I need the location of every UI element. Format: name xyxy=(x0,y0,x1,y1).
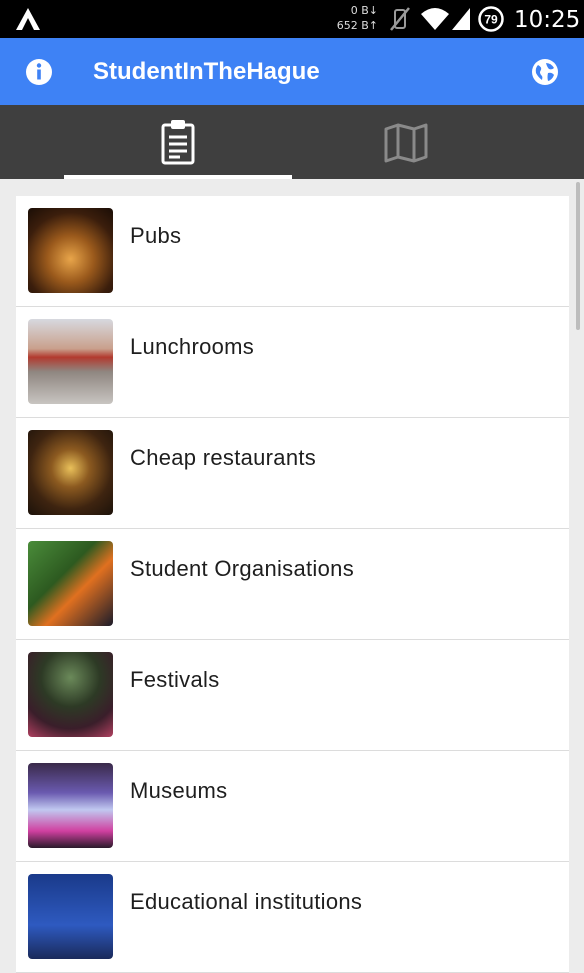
globe-icon[interactable] xyxy=(530,57,560,87)
page-title: StudentInTheHague xyxy=(93,58,320,85)
status-bar: 0 B↓ 652 B↑ 79 10:25 xyxy=(0,0,584,38)
net-down-label: 0 B↓ xyxy=(350,4,378,17)
tab-bar xyxy=(0,105,584,179)
wifi-icon xyxy=(421,8,449,30)
list-item-student-organisations[interactable]: Student Organisations xyxy=(16,529,569,640)
lunchrooms-thumbnail xyxy=(28,319,113,404)
list-item-label: Educational institutions xyxy=(130,889,363,914)
museums-thumbnail xyxy=(28,763,113,848)
clock: 10:25 xyxy=(514,7,581,33)
educational-institutions-thumbnail xyxy=(28,874,113,959)
scrollbar[interactable] xyxy=(576,182,580,330)
list-item-label: Festivals xyxy=(130,667,220,692)
signal-icon xyxy=(452,8,470,30)
app-logo-icon xyxy=(16,8,40,30)
cheap-restaurants-thumbnail xyxy=(28,430,113,515)
battery-level: 79 xyxy=(484,13,498,27)
clipboard-icon xyxy=(161,120,195,165)
list-item-museums[interactable]: Museums xyxy=(16,751,569,862)
list-item-pubs[interactable]: Pubs xyxy=(16,196,569,307)
tab-indicator xyxy=(64,175,292,179)
category-list: Pubs Lunchrooms Cheap restaurants Studen… xyxy=(16,196,569,973)
student-organisations-thumbnail xyxy=(28,541,113,626)
network-speed: 0 B↓ 652 B↑ xyxy=(336,3,378,33)
info-icon[interactable] xyxy=(24,57,54,87)
list-item-label: Pubs xyxy=(130,223,182,248)
pubs-thumbnail xyxy=(28,208,113,293)
app-bar: StudentInTheHague xyxy=(0,38,584,105)
list-item-label: Cheap restaurants xyxy=(130,445,317,470)
festivals-thumbnail xyxy=(28,652,113,737)
map-icon xyxy=(384,123,428,163)
tab-map[interactable] xyxy=(292,105,584,179)
list-item-festivals[interactable]: Festivals xyxy=(16,640,569,751)
vibrate-off-icon xyxy=(390,7,410,31)
list-item-label: Student Organisations xyxy=(130,556,354,581)
list-item-label: Lunchrooms xyxy=(130,334,255,359)
net-up-label: 652 B↑ xyxy=(336,19,378,32)
list-item-lunchrooms[interactable]: Lunchrooms xyxy=(16,307,569,418)
battery-icon: 79 xyxy=(478,6,504,32)
list-item-label: Museums xyxy=(130,778,228,803)
list-item-cheap-restaurants[interactable]: Cheap restaurants xyxy=(16,418,569,529)
tab-list[interactable] xyxy=(0,105,292,179)
list-item-educational-institutions[interactable]: Educational institutions xyxy=(16,862,569,973)
